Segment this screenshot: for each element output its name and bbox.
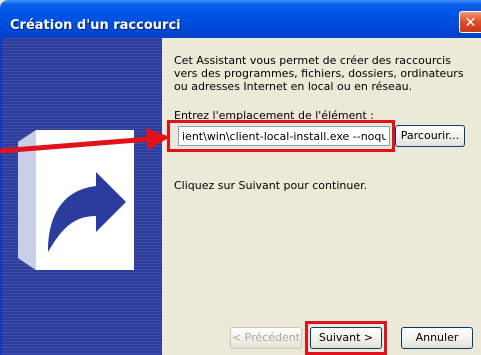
annotation-arrow-icon (0, 128, 170, 154)
shortcut-wizard-window: Création d'un raccourci ✕ Cet Assistant … (0, 0, 481, 355)
